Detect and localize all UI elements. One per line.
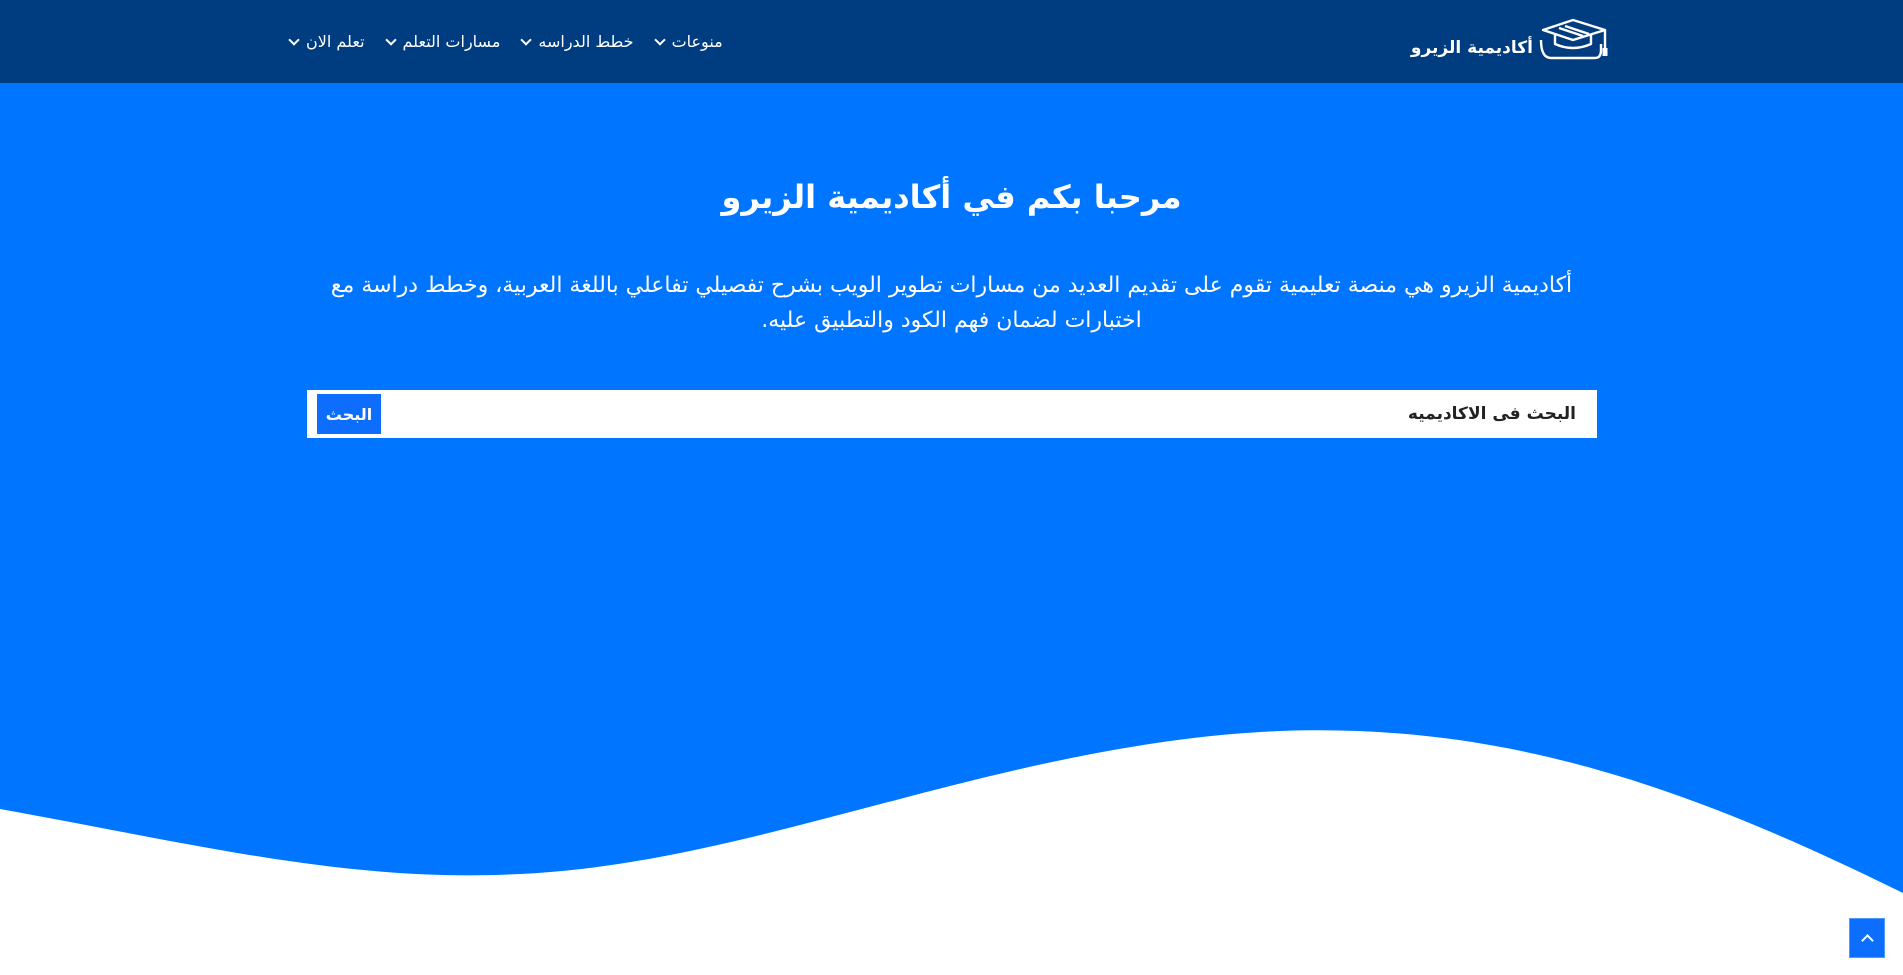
scroll-to-top-button[interactable] <box>1849 918 1885 958</box>
chevron-up-icon <box>1860 934 1874 947</box>
navbar: تعلم الان مسارات التعلم خطط الدراسه منوع… <box>0 0 1903 83</box>
main-nav: تعلم الان مسارات التعلم خطط الدراسه منوع… <box>288 0 723 83</box>
graduation-cap-icon <box>1539 18 1608 60</box>
nav-item-label: مسارات التعلم <box>402 32 501 51</box>
hero-wave-divider <box>0 730 1903 975</box>
chevron-down-icon <box>288 33 300 46</box>
search-input[interactable] <box>676 404 1576 424</box>
hero-description: أكاديمية الزيرو هي منصة تعليمية تقوم على… <box>330 273 1573 333</box>
nav-item-label: خطط الدراسه <box>538 32 634 51</box>
nav-item-study-plans[interactable]: خطط الدراسه <box>520 32 634 51</box>
hero-section: مرحبا بكم في أكاديمية الزيرو أكاديمية ال… <box>0 83 1903 975</box>
logo-text: أكاديمية الزيرو <box>1410 38 1533 58</box>
search-form: البحث <box>307 390 1597 438</box>
nav-item-label: تعلم الان <box>306 32 365 51</box>
search-button[interactable]: البحث <box>317 394 381 434</box>
chevron-down-icon <box>384 33 397 46</box>
nav-item-learning-paths[interactable]: مسارات التعلم <box>384 32 501 51</box>
nav-item-misc[interactable]: منوعات <box>653 32 723 51</box>
nav-item-learn-now[interactable]: تعلم الان <box>288 32 365 51</box>
chevron-down-icon <box>653 33 666 46</box>
site-logo[interactable]: أكاديمية الزيرو <box>1411 16 1611 66</box>
nav-item-label: منوعات <box>671 32 723 51</box>
hero-title: مرحبا بكم في أكاديمية الزيرو <box>721 178 1182 216</box>
chevron-down-icon <box>520 33 533 46</box>
